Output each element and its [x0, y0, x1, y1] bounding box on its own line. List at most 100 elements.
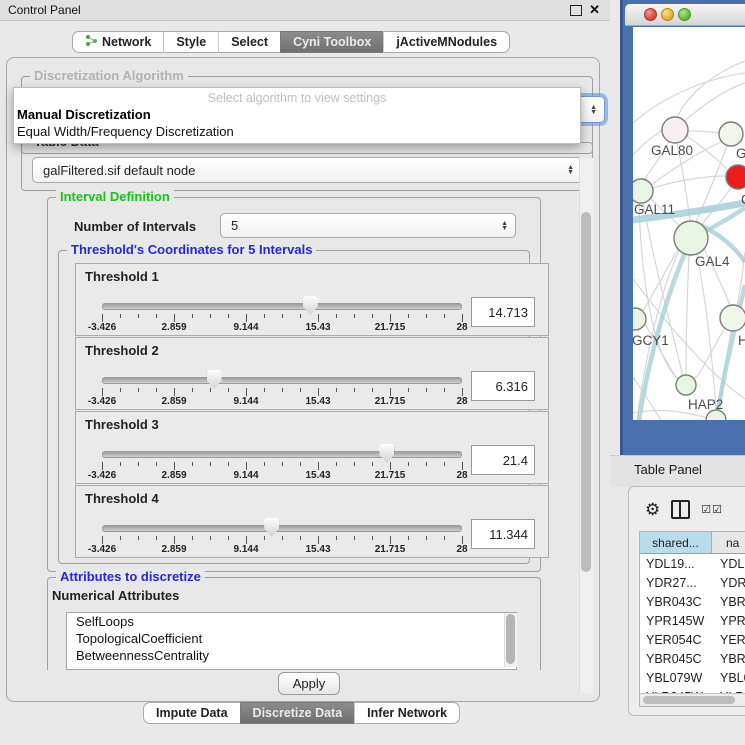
tick-label: 2.859: [161, 396, 186, 407]
slider-thumb[interactable]: [379, 444, 394, 463]
tab-label: Cyni Toolbox: [293, 35, 371, 49]
table-row[interactable]: YIL052CYIL0: [640, 706, 745, 707]
num-intervals-value: 5: [231, 218, 238, 233]
cell-name: YBR0: [712, 652, 745, 666]
interval-definition-group: Interval Definition Number of Intervals …: [47, 197, 541, 572]
threshold-panel-3: Threshold 3-3.4262.8599.14415.4321.71528…: [75, 411, 549, 484]
node-label: GAL80: [651, 143, 693, 158]
tick-label: 15.43: [305, 396, 330, 407]
node-label: GAL11: [634, 202, 675, 217]
network-node-gcy1[interactable]: [633, 308, 646, 330]
cell-name: YPR1: [712, 614, 745, 628]
algorithm-option-manual[interactable]: Manual Discretization: [17, 107, 151, 122]
network-node-gal4[interactable]: [674, 221, 708, 255]
select-columns-checkboxes-icon[interactable]: ☑☑: [701, 503, 723, 516]
tab-discretize-data[interactable]: Discretize Data: [240, 702, 355, 724]
cell-shared-name: YDR27...: [640, 576, 712, 590]
minimize-traffic-light-icon[interactable]: [661, 8, 674, 21]
tab-infer-network[interactable]: Infer Network: [354, 702, 460, 724]
float-icon[interactable]: [570, 5, 582, 16]
tab-style[interactable]: Style: [163, 31, 218, 53]
network-canvas[interactable]: GAL80GCGAL11GAL4GCY1HHAP2: [633, 27, 745, 420]
threshold-slider[interactable]: -3.4262.8599.14415.4321.71528: [102, 374, 462, 404]
control-panel-titlebar: Control Panel ✕: [0, 0, 610, 21]
threshold-coords-label: Threshold's Coordinates for 5 Intervals: [67, 242, 316, 257]
threshold-panel-4: Threshold 4-3.4262.8599.14415.4321.71528…: [75, 485, 549, 558]
cell-shared-name: YPR145W: [640, 614, 712, 628]
threshold-panel-2: Threshold 2-3.4262.8599.14415.4321.71528…: [75, 337, 549, 410]
slider-thumb[interactable]: [303, 296, 318, 315]
column-header-name[interactable]: na: [712, 532, 745, 553]
network-node-g[interactable]: [719, 122, 743, 146]
table-hscrollbar[interactable]: [640, 693, 745, 706]
cell-shared-name: YBR043C: [640, 595, 712, 609]
tick-label: -3.426: [88, 470, 116, 481]
threshold-value-field[interactable]: 11.344: [471, 519, 535, 549]
algorithm-option-equal-width[interactable]: Equal Width/Frequency Discretization: [17, 124, 234, 139]
apply-button[interactable]: Apply: [278, 672, 340, 695]
attributes-scrollbar[interactable]: [504, 613, 517, 667]
cell-shared-name: YDL19...: [640, 557, 712, 571]
tab-cyni-toolbox[interactable]: Cyni Toolbox: [280, 31, 383, 53]
tick-label: -3.426: [88, 544, 116, 555]
threshold-value-field[interactable]: 6.316: [471, 371, 535, 401]
gear-icon[interactable]: ⚙: [645, 501, 660, 518]
zoom-traffic-light-icon[interactable]: [678, 8, 691, 21]
network-window-titlebar[interactable]: [625, 4, 745, 26]
attributes-group-label: Attributes to discretize: [56, 569, 205, 584]
tab-label: Select: [231, 35, 268, 49]
table-panel-window: ⚙ ☑☑ shared... na YDL19...YDL1YDR27...YD…: [628, 486, 745, 716]
threshold-slider[interactable]: -3.4262.8599.14415.4321.71528: [102, 300, 462, 330]
attribute-item[interactable]: SelfLoops: [67, 613, 516, 630]
attribute-item[interactable]: BetweennessCentrality: [67, 647, 516, 664]
tick-label: -3.426: [88, 322, 116, 333]
table-row[interactable]: YDL19...YDL1: [640, 554, 745, 573]
table-row[interactable]: YBL079WYBL0: [640, 668, 745, 687]
cell-name: YBL0: [712, 671, 745, 685]
threshold-value-field[interactable]: 14.713: [471, 297, 535, 327]
tab-label: jActiveMNodules: [396, 35, 497, 49]
network-graph[interactable]: GAL80GCGAL11GAL4GCY1HHAP2: [633, 27, 745, 420]
network-node-gal80[interactable]: [662, 117, 688, 143]
close-traffic-light-icon[interactable]: [644, 8, 657, 21]
columns-icon[interactable]: [671, 500, 690, 519]
column-header-shared-name[interactable]: shared...: [640, 532, 712, 553]
slider-thumb[interactable]: [207, 370, 222, 389]
tab-network[interactable]: Network: [72, 31, 163, 53]
threshold-value-field[interactable]: 21.4: [471, 445, 535, 475]
cyni-toolbox-panel: Discretization Algorithm ▲▼ Select algor…: [6, 57, 600, 702]
table-row[interactable]: YDR27...YDR2: [640, 573, 745, 592]
node-label: G: [736, 146, 745, 161]
threshold-label: Threshold 1: [85, 269, 159, 284]
table-data-combobox[interactable]: galFiltered.sif default node ▲▼: [32, 157, 582, 183]
tick-label: 21.715: [375, 396, 406, 407]
network-node-gal11[interactable]: [633, 179, 653, 203]
table-row[interactable]: YBR043CYBR0: [640, 592, 745, 611]
network-edge: [653, 176, 727, 188]
panel-scrollbar[interactable]: [579, 158, 593, 693]
tab-label: Network: [102, 35, 151, 49]
threshold-slider[interactable]: -3.4262.8599.14415.4321.71528: [102, 522, 462, 552]
network-edge: [633, 73, 745, 123]
table-row[interactable]: YPR145WYPR1: [640, 611, 745, 630]
tab-jactivemnodules[interactable]: jActiveMNodules: [383, 31, 510, 53]
num-intervals-combobox[interactable]: 5 ▲▼: [220, 213, 516, 238]
node-table[interactable]: shared... na YDL19...YDL1YDR27...YDR2YBR…: [639, 531, 745, 707]
attribute-item[interactable]: TopologicalCoefficient: [67, 630, 516, 647]
network-icon: [85, 34, 98, 50]
numerical-attributes-list[interactable]: SelfLoopsTopologicalCoefficientBetweenne…: [66, 612, 517, 670]
table-row[interactable]: YER054CYER0: [640, 630, 745, 649]
tick-label: 9.144: [233, 396, 258, 407]
network-node-c[interactable]: [726, 165, 745, 189]
combo-arrows-icon: ▲▼: [567, 158, 574, 182]
network-edge: [686, 255, 689, 375]
network-node-h[interactable]: [720, 305, 745, 331]
tab-impute-data[interactable]: Impute Data: [143, 702, 240, 724]
close-icon[interactable]: ✕: [589, 2, 600, 18]
tick-label: 9.144: [233, 322, 258, 333]
table-row[interactable]: YBR045CYBR0: [640, 649, 745, 668]
threshold-slider[interactable]: -3.4262.8599.14415.4321.71528: [102, 448, 462, 478]
tab-select[interactable]: Select: [218, 31, 280, 53]
network-node-hap2[interactable]: [676, 375, 696, 395]
slider-thumb[interactable]: [264, 518, 279, 537]
